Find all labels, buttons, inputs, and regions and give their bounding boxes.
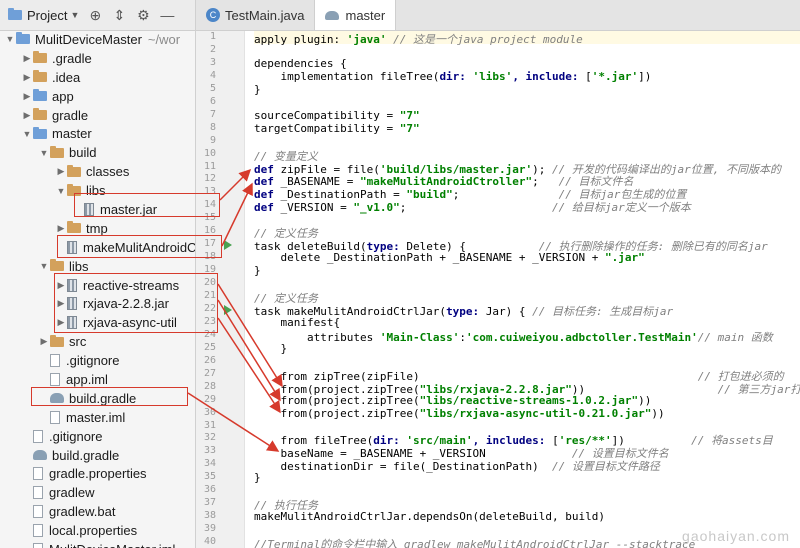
watermark: gaohaiyan.com (682, 528, 790, 544)
arrow-master-jar (219, 168, 252, 201)
arrow-reactive-streams (217, 283, 283, 388)
arrow-rxjava (217, 299, 281, 402)
arrow-build-gradle (187, 392, 280, 452)
annotation-arrows (187, 168, 283, 452)
